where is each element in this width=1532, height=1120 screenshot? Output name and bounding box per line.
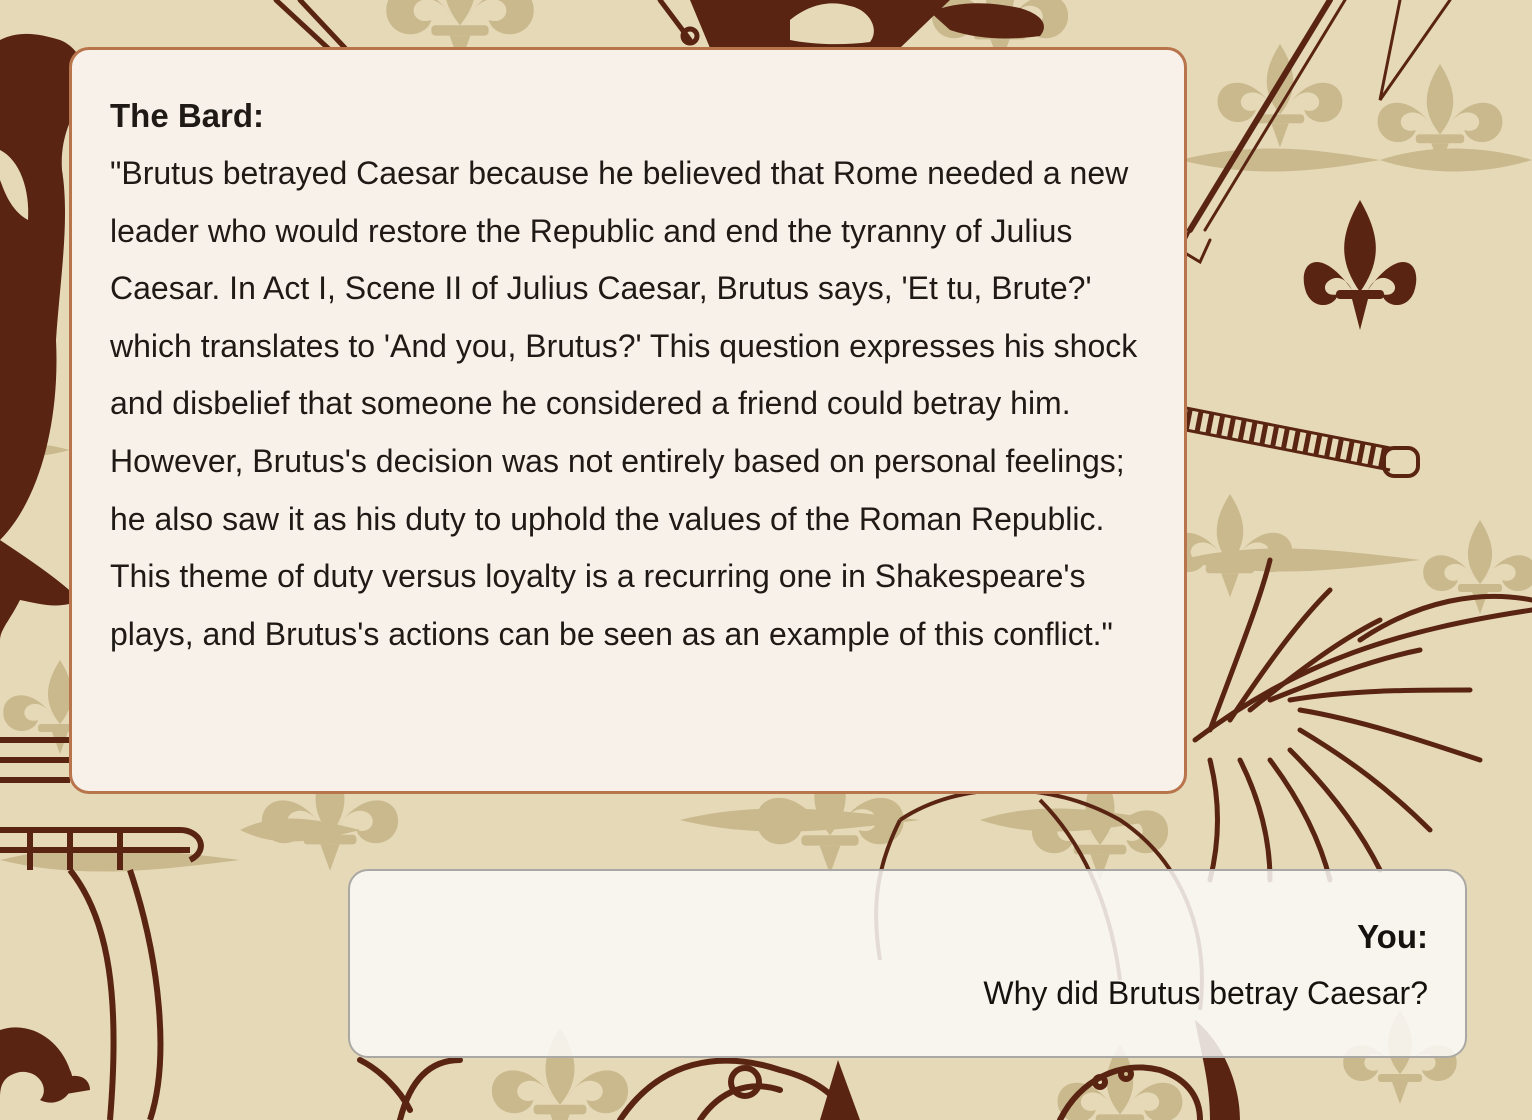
user-message-bubble: You: Why did Brutus betray Caesar?	[348, 869, 1467, 1058]
bard-message-bubble: The Bard: "Brutus betrayed Caesar becaus…	[69, 47, 1187, 794]
bard-speaker-label: The Bard:	[110, 97, 265, 134]
rope-icon	[1183, 406, 1420, 478]
fleur-de-lis-icon	[1303, 200, 1417, 330]
user-speaker-label: You:	[1357, 918, 1428, 955]
bard-message-text: "Brutus betrayed Caesar because he belie…	[110, 155, 1138, 652]
user-message-text: Why did Brutus betray Caesar?	[983, 975, 1428, 1011]
